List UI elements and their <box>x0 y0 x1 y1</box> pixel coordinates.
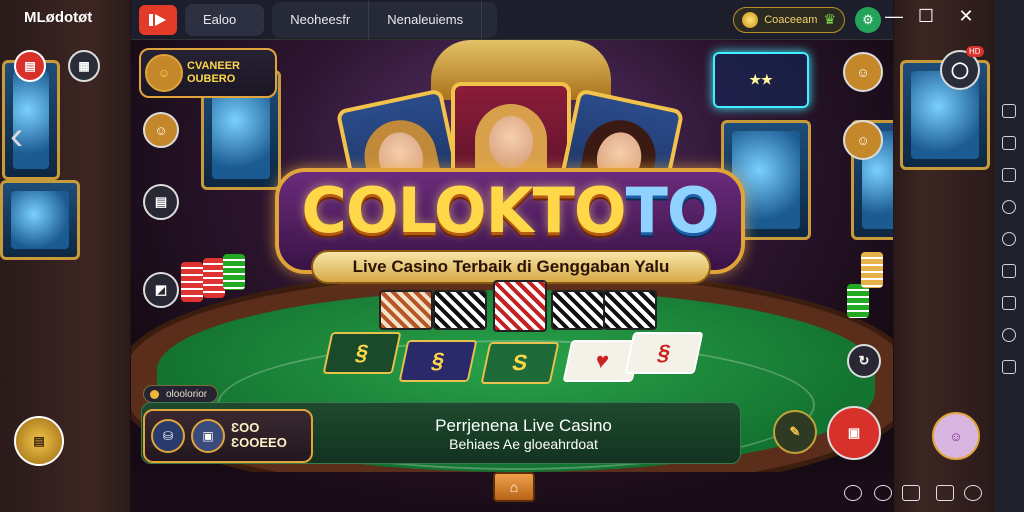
emulator-sidebar <box>994 0 1024 512</box>
user-avatar-icon[interactable]: ☺ <box>932 412 980 460</box>
tab-group: Neoheesfr Nenaleuiems <box>272 0 498 39</box>
event-badge-line2: OUBERO <box>187 73 236 85</box>
chip-stack <box>847 284 869 318</box>
chart-icon[interactable]: ◩ <box>143 272 179 308</box>
left-gold-button[interactable]: ▤ <box>14 416 64 466</box>
sidebar-icon-apk[interactable] <box>1002 168 1016 182</box>
tab-third[interactable]: Nenaleuiems <box>368 0 481 39</box>
tray-icon-settings[interactable] <box>964 485 982 501</box>
event-badge-line1: CVANEER <box>187 60 240 73</box>
neon-sign: ★★ <box>713 52 809 108</box>
crown-icon: ♛ <box>823 11 836 27</box>
emulator-toolbar: Ealoo Neoheesfr Nenaleuiems Coaceeam ♛ ⚙ <box>131 0 893 40</box>
chips-icon: ⛁ <box>151 419 185 453</box>
resource-panel[interactable]: ⛁ ▣ ƐOO ƐOOEEO <box>143 409 313 463</box>
wallet-icon: ▣ <box>191 419 225 453</box>
close-icon[interactable]: ✕ <box>952 4 980 28</box>
promo-subtitle: Behiaes Ae gloeahrdoat <box>449 436 598 453</box>
card-deck <box>551 290 605 330</box>
play-icon <box>149 13 166 26</box>
sidebar-icon-folder[interactable] <box>1002 296 1016 310</box>
sidebar-icon-screen[interactable] <box>1002 136 1016 150</box>
character-icon[interactable]: ☺ <box>843 120 883 160</box>
playing-card: S <box>480 342 560 384</box>
slot-machine <box>0 180 80 260</box>
tray-icon-chat[interactable] <box>874 485 892 501</box>
sidebar-icon-camera[interactable] <box>1002 264 1016 278</box>
card-deck <box>603 290 657 330</box>
sidebar-icon-keyboard[interactable] <box>1002 104 1016 118</box>
resource-line1: ƐOO <box>231 420 260 436</box>
coin-balance[interactable]: Coaceeam ♛ <box>733 6 845 33</box>
profile-icon[interactable]: ☺ <box>843 52 883 92</box>
sidebar-icon-rotate[interactable] <box>1002 328 1016 342</box>
avatar: ☺ <box>145 54 183 92</box>
refresh-icon[interactable]: ↻ <box>847 344 881 378</box>
app-title: MLødotøt <box>24 9 93 26</box>
left-red-button[interactable]: ▤ <box>14 50 46 82</box>
card-deck <box>433 290 487 330</box>
gift-icon[interactable]: ▣ <box>827 406 881 460</box>
chip-stack <box>223 254 245 290</box>
minimize-icon[interactable]: — <box>880 4 908 28</box>
playing-card: § <box>624 332 704 374</box>
coin-icon <box>742 11 759 28</box>
card-deck <box>379 290 433 330</box>
avatar-icon[interactable]: ☺ <box>143 112 179 148</box>
left-dark-button[interactable]: ▦ <box>68 50 100 82</box>
document-icon[interactable]: ▤ <box>143 184 179 220</box>
promo-highlight: Live Casino <box>523 416 612 435</box>
hd-badge: HD <box>966 46 984 57</box>
tab-second[interactable]: Neoheesfr <box>272 1 368 39</box>
game-viewport[interactable]: ★★ COLOKTOTO Live Casino Terbaik di Geng… <box>131 40 893 472</box>
sidebar-icon-volume[interactable] <box>1002 232 1016 246</box>
chip-stack <box>181 262 203 302</box>
event-badge[interactable]: ☺ CVANEER OUBERO <box>139 48 277 98</box>
app-logo-button[interactable] <box>139 4 177 35</box>
card-deck <box>493 280 547 332</box>
tab-home[interactable]: Ealoo <box>185 3 265 36</box>
playing-card: § <box>322 332 402 374</box>
promo-text: Perrjenena Live Casino Behiaes Ae gloeah… <box>421 415 626 454</box>
drawer-handle-icon[interactable]: ⌂ <box>493 472 535 502</box>
logo-text: COLOKTOTO <box>301 174 719 247</box>
maximize-icon[interactable]: ☐ <box>912 4 940 28</box>
tray-icon-screen[interactable] <box>936 485 954 501</box>
tray-icon-gamepad[interactable] <box>902 485 920 501</box>
status-pill: oloolorior <box>143 385 219 403</box>
tray-icon-sync[interactable] <box>844 485 862 501</box>
settings-round-button[interactable]: ⚙ <box>855 6 881 33</box>
sidebar-icon-more[interactable] <box>1002 360 1016 374</box>
sidebar-icon-location[interactable] <box>1002 200 1016 214</box>
playing-card: § <box>398 340 478 382</box>
edit-icon[interactable]: ✎ <box>773 410 817 454</box>
tagline-ribbon: Live Casino Terbaik di Genggaban Yalu <box>311 250 711 284</box>
chip-stack <box>861 252 883 288</box>
tab-spacer <box>481 0 497 39</box>
chip-stack <box>203 258 225 298</box>
chevron-left-icon[interactable]: ‹ <box>10 114 23 159</box>
coin-label: Coaceeam <box>764 13 818 26</box>
resource-line2: ƐOOEEO <box>231 435 287 450</box>
